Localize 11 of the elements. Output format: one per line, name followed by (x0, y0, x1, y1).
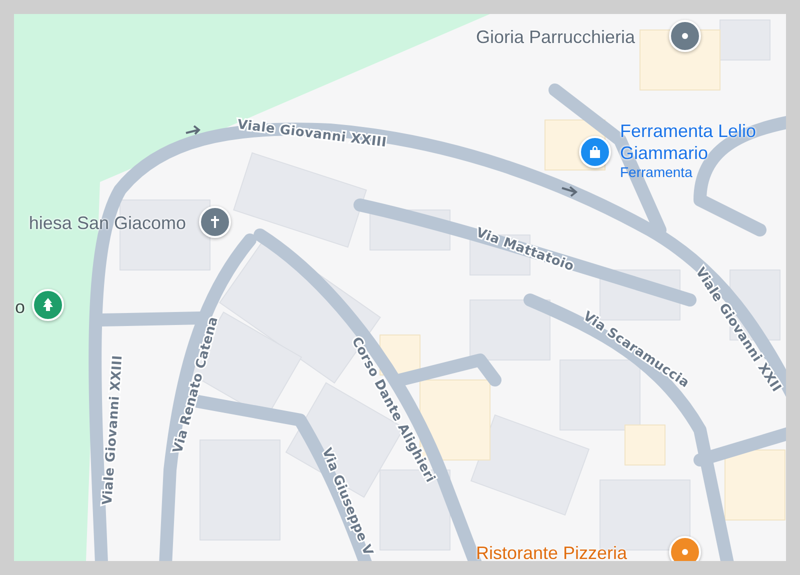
one-way-arrow-icon (185, 125, 200, 135)
street-label: Viale Giovanni XXIII (100, 354, 126, 506)
one-way-arrow-icon (561, 186, 578, 197)
place-label[interactable]: o (15, 296, 26, 318)
street-label: Viale Giovanni XXIII (236, 117, 388, 151)
place-label[interactable]: Gioria Parrucchieria (476, 26, 636, 48)
place-label[interactable]: Ferramenta Lelio Giammario (620, 120, 780, 164)
place-label[interactable]: Ristorante Pizzeria (476, 542, 628, 561)
place-label[interactable]: hiesa San Giacomo (28, 212, 186, 234)
map-view[interactable] (14, 14, 786, 561)
place-category: Ferramenta (620, 164, 694, 180)
